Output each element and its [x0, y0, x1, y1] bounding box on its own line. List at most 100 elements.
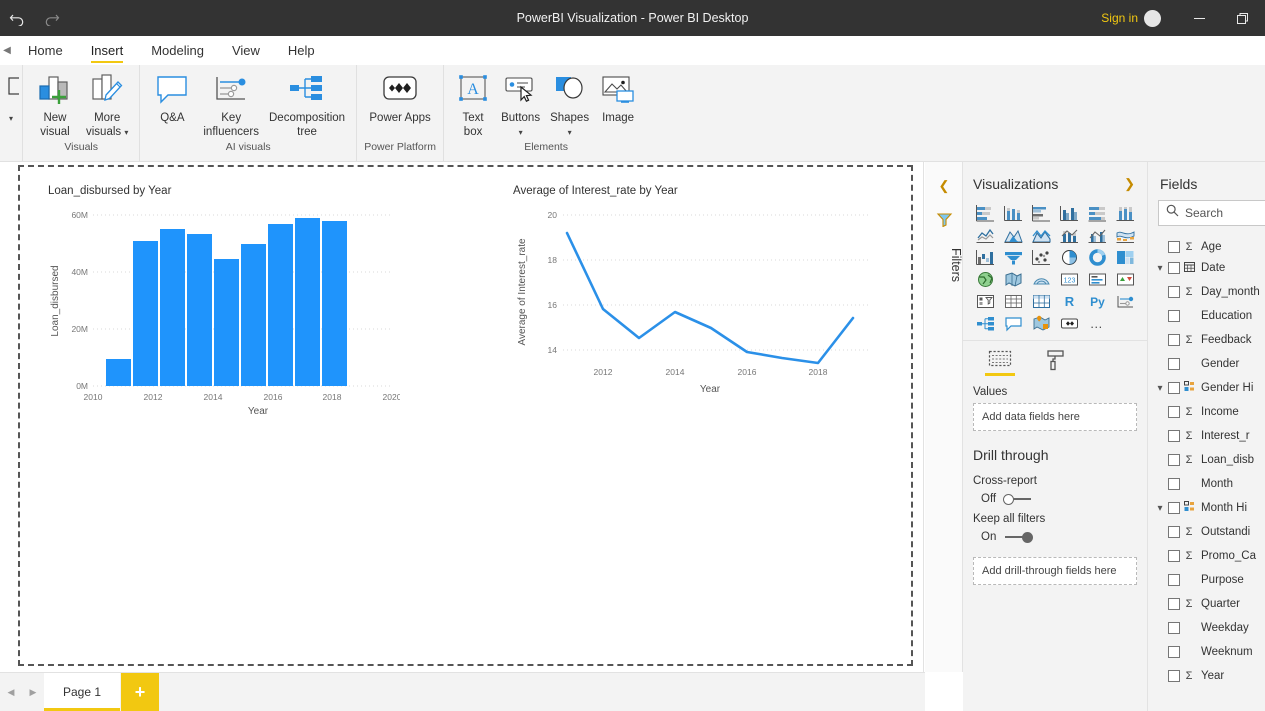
field-checkbox[interactable] — [1168, 670, 1180, 682]
field-item-quarter[interactable]: Σ Quarter — [1148, 592, 1265, 616]
shapes-caret-icon[interactable]: ▾ — [568, 128, 572, 137]
report-page-canvas[interactable]: Loan_disbursed by Year 60M 40M 20M 0M 20… — [18, 165, 913, 666]
cross-report-toggle-row[interactable]: Off — [963, 489, 1147, 507]
python-visual-icon[interactable]: Py — [1083, 290, 1111, 312]
keep-all-filters-toggle-row[interactable]: On — [963, 527, 1147, 545]
field-checkbox[interactable] — [1168, 478, 1180, 490]
field-item-income[interactable]: Σ Income — [1148, 400, 1265, 424]
decomposition-tree-visual-icon[interactable] — [971, 312, 999, 334]
field-item-weeknum[interactable]: Weeknum — [1148, 640, 1265, 664]
line-chart-icon[interactable] — [971, 224, 999, 246]
field-checkbox[interactable] — [1168, 286, 1180, 298]
values-dropzone[interactable]: Add data fields here — [973, 403, 1137, 431]
undo-icon[interactable] — [0, 0, 34, 36]
field-item-age[interactable]: Σ Age — [1148, 238, 1265, 256]
ribbon-scroll-left-icon[interactable]: ◀ — [0, 36, 14, 65]
scatter-chart-icon[interactable] — [1027, 246, 1055, 268]
field-checkbox[interactable] — [1168, 454, 1180, 466]
avatar[interactable] — [1144, 9, 1161, 27]
table-icon[interactable] — [999, 290, 1027, 312]
next-page-icon[interactable]: ▶ — [22, 673, 44, 711]
treemap-icon[interactable] — [1111, 246, 1139, 268]
field-item-interest-rate[interactable]: Σ Interest_r — [1148, 424, 1265, 448]
field-item-date[interactable]: ▾ Date — [1148, 256, 1265, 280]
paginated-report-icon[interactable] — [1055, 312, 1083, 334]
image-button[interactable]: Image — [594, 69, 642, 125]
slicer-icon[interactable] — [971, 290, 999, 312]
field-checkbox[interactable] — [1168, 646, 1180, 658]
field-item-month[interactable]: Month — [1148, 472, 1265, 496]
cross-report-toggle[interactable] — [1003, 493, 1033, 505]
filters-pane-collapsed[interactable]: ❮ Filters — [925, 162, 963, 672]
add-page-button[interactable]: + — [121, 673, 159, 711]
line-and-stacked-column-chart-icon[interactable] — [1055, 224, 1083, 246]
field-checkbox[interactable] — [1168, 310, 1180, 322]
chevron-down-icon[interactable]: ▾ — [1152, 383, 1168, 394]
pie-chart-icon[interactable] — [1055, 246, 1083, 268]
100-stacked-column-chart-icon[interactable] — [1111, 202, 1139, 224]
multi-row-card-icon[interactable] — [1083, 268, 1111, 290]
chevron-left-icon[interactable]: ❮ — [925, 178, 963, 194]
field-checkbox[interactable] — [1168, 262, 1180, 274]
chevron-right-icon[interactable]: ❯ — [1124, 176, 1135, 192]
funnel-chart-icon[interactable] — [999, 246, 1027, 268]
area-chart-icon[interactable] — [999, 224, 1027, 246]
ribbon-chart-icon[interactable] — [1111, 224, 1139, 246]
field-checkbox[interactable] — [1168, 358, 1180, 370]
field-item-year[interactable]: Σ Year — [1148, 664, 1265, 688]
clustered-column-chart-icon[interactable] — [1055, 202, 1083, 224]
decomposition-tree-button[interactable]: Decomposition tree — [264, 69, 350, 139]
tab-insert[interactable]: Insert — [77, 40, 138, 65]
field-checkbox[interactable] — [1168, 550, 1180, 562]
field-item-loan-disbursed[interactable]: Σ Loan_disb — [1148, 448, 1265, 472]
new-visual-button[interactable]: New visual — [29, 69, 81, 139]
sign-in-button[interactable]: Sign in — [1095, 11, 1144, 25]
more-options-icon[interactable]: … — [1083, 312, 1111, 334]
chevron-down-icon[interactable]: ▾ — [1152, 503, 1168, 514]
tab-help[interactable]: Help — [274, 40, 329, 65]
arcgis-map-icon[interactable] — [1027, 268, 1055, 290]
field-checkbox[interactable] — [1168, 574, 1180, 586]
field-item-day-month[interactable]: Σ Day_month — [1148, 280, 1265, 304]
field-checkbox[interactable] — [1168, 502, 1180, 514]
field-item-gender-hierarchy[interactable]: ▾ Gender Hi — [1148, 376, 1265, 400]
tab-modeling[interactable]: Modeling — [137, 40, 218, 65]
field-item-gender[interactable]: Gender — [1148, 352, 1265, 376]
r-script-visual-icon[interactable]: R — [1055, 290, 1083, 312]
map-icon[interactable] — [971, 268, 999, 290]
field-item-month-hierarchy[interactable]: ▾ Month Hi — [1148, 496, 1265, 520]
buttons-caret-icon[interactable]: ▾ — [519, 128, 523, 137]
page-tab-page-1[interactable]: Page 1 — [44, 673, 121, 711]
field-item-education[interactable]: Education — [1148, 304, 1265, 328]
card-icon[interactable]: 123 — [1055, 268, 1083, 290]
waterfall-chart-icon[interactable] — [971, 246, 999, 268]
field-checkbox[interactable] — [1168, 598, 1180, 610]
donut-chart-icon[interactable] — [1083, 246, 1111, 268]
keep-all-filters-toggle[interactable] — [1003, 531, 1034, 543]
field-checkbox[interactable] — [1168, 430, 1180, 442]
prev-page-icon[interactable]: ◀ — [0, 673, 22, 711]
field-checkbox[interactable] — [1168, 526, 1180, 538]
filled-map-icon[interactable] — [999, 268, 1027, 290]
field-checkbox[interactable] — [1168, 382, 1180, 394]
field-item-promo-category[interactable]: Σ Promo_Ca — [1148, 544, 1265, 568]
more-visuals-caret-icon[interactable]: ▾ — [124, 128, 128, 137]
stacked-area-chart-icon[interactable] — [1027, 224, 1055, 246]
field-item-weekday[interactable]: Weekday — [1148, 616, 1265, 640]
field-checkbox[interactable] — [1168, 241, 1180, 253]
stacked-bar-chart-icon[interactable] — [971, 202, 999, 224]
redo-icon[interactable] — [34, 0, 68, 36]
format-pane-tab[interactable] — [1041, 349, 1071, 378]
chevron-down-icon[interactable]: ▾ — [1152, 263, 1168, 274]
fields-pane-tab[interactable] — [985, 349, 1015, 378]
tab-view[interactable]: View — [218, 40, 274, 65]
buttons-button[interactable]: Buttons ▾ — [496, 69, 545, 140]
smart-narrative-icon[interactable] — [1027, 312, 1055, 334]
qna-visual-icon[interactable] — [999, 312, 1027, 334]
stacked-column-chart-icon[interactable] — [999, 202, 1027, 224]
100-stacked-bar-chart-icon[interactable] — [1083, 202, 1111, 224]
kpi-icon[interactable] — [1111, 268, 1139, 290]
field-item-purpose[interactable]: Purpose — [1148, 568, 1265, 592]
field-item-outstanding[interactable]: Σ Outstandi — [1148, 520, 1265, 544]
drill-through-dropzone[interactable]: Add drill-through fields here — [973, 557, 1137, 585]
